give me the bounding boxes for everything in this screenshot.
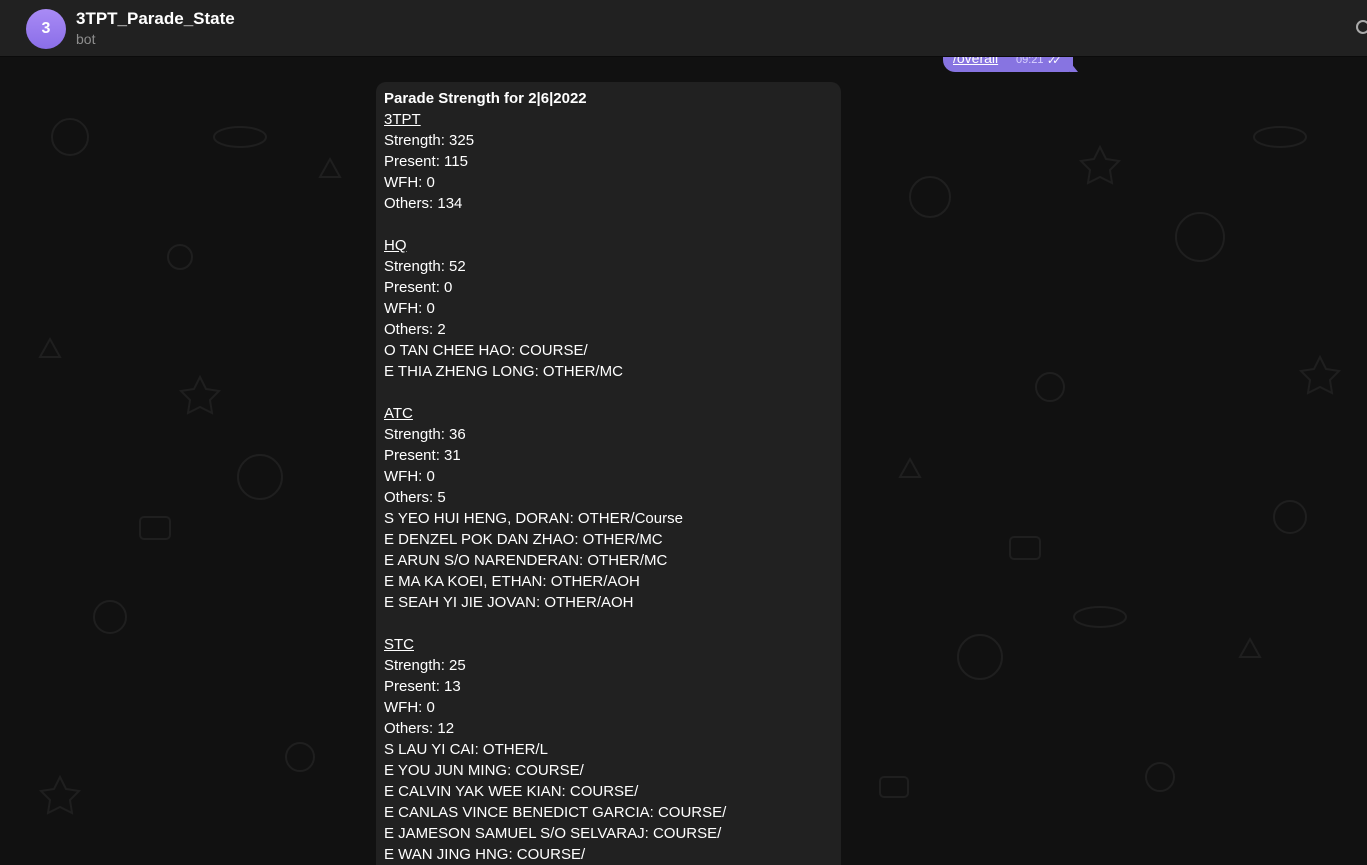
message-line: Others: 2 — [384, 321, 446, 338]
message-time: 09:21 — [1016, 57, 1044, 66]
message-line: S YEO HUI HENG, DORAN: OTHER/Course — [384, 510, 683, 527]
message-line: Strength: 52 — [384, 258, 466, 275]
search-button[interactable] — [1353, 17, 1367, 39]
message-line: Present: 13 — [384, 678, 461, 695]
avatar[interactable]: 3 — [26, 9, 66, 49]
section-heading: ATC — [384, 405, 413, 422]
chat-header[interactable]: 3 3TPT_Parade_State bot — [0, 0, 1367, 57]
double-check-icon: ✓✓ — [1047, 57, 1062, 67]
message-line: E THIA ZHENG LONG: OTHER/MC — [384, 363, 623, 380]
message-line: Others: 134 — [384, 195, 463, 212]
message-line: E ARUN S/O NARENDERAN: OTHER/MC — [384, 552, 668, 569]
outgoing-command-link[interactable]: /overall — [953, 57, 998, 66]
section-heading: HQ — [384, 237, 407, 254]
message-line: E YOU JUN MING: COURSE/ — [384, 762, 584, 779]
message-line: Strength: 25 — [384, 657, 466, 674]
message-line: Present: 115 — [384, 153, 468, 170]
incoming-message[interactable]: Parade Strength for 2|6|2022 3TPT Strengt… — [376, 82, 841, 865]
message-line: E CALVIN YAK WEE KIAN: COURSE/ — [384, 783, 639, 800]
message-line: Present: 31 — [384, 447, 461, 464]
message-line: E DENZEL POK DAN ZHAO: OTHER/MC — [384, 531, 663, 548]
message-title: Parade Strength for 2|6|2022 — [384, 90, 587, 107]
message-body: 3TPT Strength: 325 Present: 115 WFH: 0 Other… — [384, 109, 833, 865]
message-line: O TAN CHEE HAO: COURSE/ — [384, 342, 588, 359]
message-line: WFH: 0 — [384, 468, 435, 485]
outgoing-message[interactable]: /overall 09:21 ✓✓ — [943, 57, 1073, 72]
section-heading: 3TPT — [384, 111, 421, 128]
message-line: E WAN JING HNG: COURSE/ — [384, 846, 586, 863]
message-line: Present: 0 — [384, 279, 453, 296]
chat-title[interactable]: 3TPT_Parade_State — [76, 9, 235, 29]
bubble-tail — [1070, 62, 1078, 72]
message-line: E MA KA KOEI, ETHAN: OTHER/AOH — [384, 573, 640, 590]
message-line: WFH: 0 — [384, 174, 435, 191]
search-icon — [1356, 20, 1367, 34]
message-line: Others: 5 — [384, 489, 446, 506]
message-line: E JAMESON SAMUEL S/O SELVARAJ: COURSE/ — [384, 825, 722, 842]
chat-area[interactable]: /overall 09:21 ✓✓ Parade Strength for 2|… — [0, 57, 1367, 865]
message-line: E CANLAS VINCE BENEDICT GARCIA: COURSE/ — [384, 804, 727, 821]
message-line: S LAU YI CAI: OTHER/L — [384, 741, 548, 758]
message-line: WFH: 0 — [384, 699, 435, 716]
message-line: WFH: 0 — [384, 300, 435, 317]
message-line: Strength: 325 — [384, 132, 475, 149]
message-line: Others: 12 — [384, 720, 455, 737]
chat-subtitle: bot — [76, 31, 96, 47]
section-heading: STC — [384, 636, 414, 653]
telegram-window: 3 3TPT_Parade_State bot /overall 09:21 ✓… — [0, 0, 1367, 865]
message-line: E SEAH YI JIE JOVAN: OTHER/AOH — [384, 594, 634, 611]
message-line: Strength: 36 — [384, 426, 466, 443]
